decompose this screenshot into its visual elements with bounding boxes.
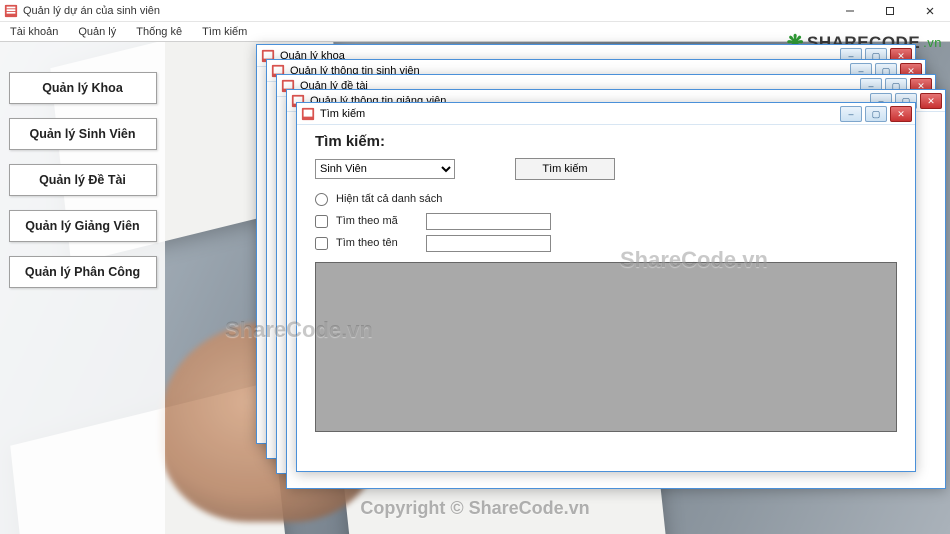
nav-quanly-khoa[interactable]: Quản lý Khoa: [9, 72, 157, 104]
child-window-timkiem[interactable]: Tìm kiếm – ▢ ✕ Tìm kiếm: Sinh Viên Tìm k…: [296, 102, 916, 472]
search-button[interactable]: Tìm kiếm: [515, 158, 615, 180]
form-icon: [301, 107, 315, 121]
menu-quanly[interactable]: Quản lý: [68, 26, 126, 38]
nav-quanly-phancong[interactable]: Quản lý Phân Công: [9, 256, 157, 288]
checkbox-by-name[interactable]: [315, 237, 328, 250]
results-grid[interactable]: [315, 262, 897, 432]
child-title: Tìm kiếm: [320, 108, 365, 120]
app-icon: [4, 4, 18, 18]
checkbox-by-name-label: Tìm theo tên: [336, 237, 398, 249]
search-body: Tìm kiếm: Sinh Viên Tìm kiếm Hiện tất cả…: [297, 125, 915, 440]
logo-suffix: .vn: [923, 35, 942, 50]
search-heading: Tìm kiếm:: [315, 133, 897, 150]
radio-show-all[interactable]: [315, 193, 328, 206]
child-maximize-button[interactable]: ▢: [865, 106, 887, 122]
radio-show-all-label: Hiện tất cả danh sách: [336, 193, 442, 205]
child-controls: – ▢ ✕: [840, 106, 912, 122]
minimize-button[interactable]: [830, 0, 870, 22]
child-close-button[interactable]: ✕: [890, 106, 912, 122]
app-titlebar: Quản lý dự án của sinh viên: [0, 0, 950, 22]
window-controls: [830, 0, 950, 22]
sidebar: Quản lý Khoa Quản lý Sinh Viên Quản lý Đ…: [0, 42, 165, 534]
app-title: Quản lý dự án của sinh viên: [23, 5, 160, 17]
checkbox-by-id-label: Tìm theo mã: [336, 215, 398, 227]
child-close-button[interactable]: ✕: [920, 93, 942, 109]
child-titlebar[interactable]: Tìm kiếm – ▢ ✕: [297, 103, 915, 125]
nav-quanly-sinhvien[interactable]: Quản lý Sinh Viên: [9, 118, 157, 150]
input-by-id[interactable]: [426, 213, 551, 230]
nav-quanly-giangvien[interactable]: Quản lý Giảng Viên: [9, 210, 157, 242]
nav-quanly-detai[interactable]: Quản lý Đề Tài: [9, 164, 157, 196]
menu-thongke[interactable]: Thống kê: [126, 26, 192, 38]
search-type-select[interactable]: Sinh Viên: [315, 159, 455, 179]
close-button[interactable]: [910, 0, 950, 22]
menu-timkiem[interactable]: Tìm kiếm: [192, 26, 257, 38]
maximize-button[interactable]: [870, 0, 910, 22]
input-by-name[interactable]: [426, 235, 551, 252]
child-minimize-button[interactable]: –: [840, 106, 862, 122]
menu-taikhoan[interactable]: Tài khoản: [0, 26, 68, 38]
checkbox-by-id[interactable]: [315, 215, 328, 228]
client-area: ❋ SHARECODE.vn Quản lý Khoa Quản lý Sinh…: [0, 42, 950, 534]
